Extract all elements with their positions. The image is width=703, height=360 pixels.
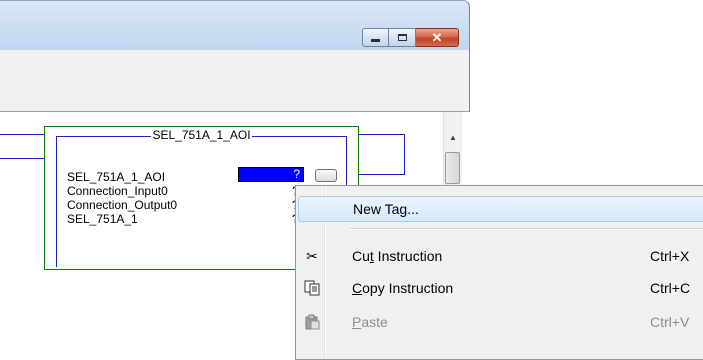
close-button[interactable]: ✕ <box>416 28 459 47</box>
rung-line-left-lower <box>0 158 44 159</box>
paste-icon <box>302 312 322 332</box>
menu-item-shortcut: Ctrl+V <box>650 314 690 330</box>
title-bar[interactable]: ✕ <box>0 0 470 50</box>
menu-item-label: Paste <box>352 314 388 330</box>
rung-line-right <box>359 134 405 135</box>
branch-line-right-lower <box>359 174 405 175</box>
close-icon: ✕ <box>431 29 443 45</box>
param-label: Connection_Output0 <box>67 198 178 212</box>
minimize-icon <box>371 39 380 42</box>
menu-item-copy-instruction[interactable]: Copy Instruction Ctrl+C <box>298 275 703 301</box>
rung-line-left <box>0 134 44 135</box>
scroll-up-arrow-icon[interactable]: ▲ <box>444 130 462 144</box>
scroll-thumb[interactable] <box>445 152 460 184</box>
toolbar-area <box>0 50 470 112</box>
maximize-button[interactable] <box>389 28 416 47</box>
window-controls: ✕ <box>362 28 459 47</box>
minimize-button[interactable] <box>362 28 389 47</box>
copy-icon <box>302 278 322 298</box>
menu-item-new-tag[interactable]: New Tag... <box>298 196 703 222</box>
maximize-icon <box>397 34 407 41</box>
param-label: Connection_Input0 <box>67 184 168 198</box>
scissors-icon: ✂ <box>306 247 318 264</box>
menu-item-shortcut: Ctrl+X <box>650 248 690 264</box>
menu-item-label: Copy Instruction <box>352 280 454 296</box>
branch-line-right <box>404 134 405 174</box>
param-label: SEL_751A_1_AOI <box>67 170 166 184</box>
block-title: SEL_751A_1_AOI <box>151 128 252 142</box>
tag-browse-button[interactable] <box>315 169 337 182</box>
menu-item-shortcut: Ctrl+C <box>650 280 691 296</box>
block-left-rail <box>56 136 57 267</box>
menu-item-label: Cut Instruction <box>352 248 443 264</box>
menu-item-cut-instruction[interactable]: ✂ Cut Instruction Ctrl+X <box>298 243 703 269</box>
menu-item-paste[interactable]: Paste Ctrl+V <box>298 309 703 335</box>
menu-item-label: New Tag... <box>353 201 419 217</box>
menu-separator <box>350 228 703 230</box>
context-menu: New Tag... ✂ Cut Instruction Ctrl+X Copy… <box>295 185 703 360</box>
tag-operand-field-selected[interactable]: ? <box>238 167 304 182</box>
param-label: SEL_751A_1 <box>67 212 138 226</box>
